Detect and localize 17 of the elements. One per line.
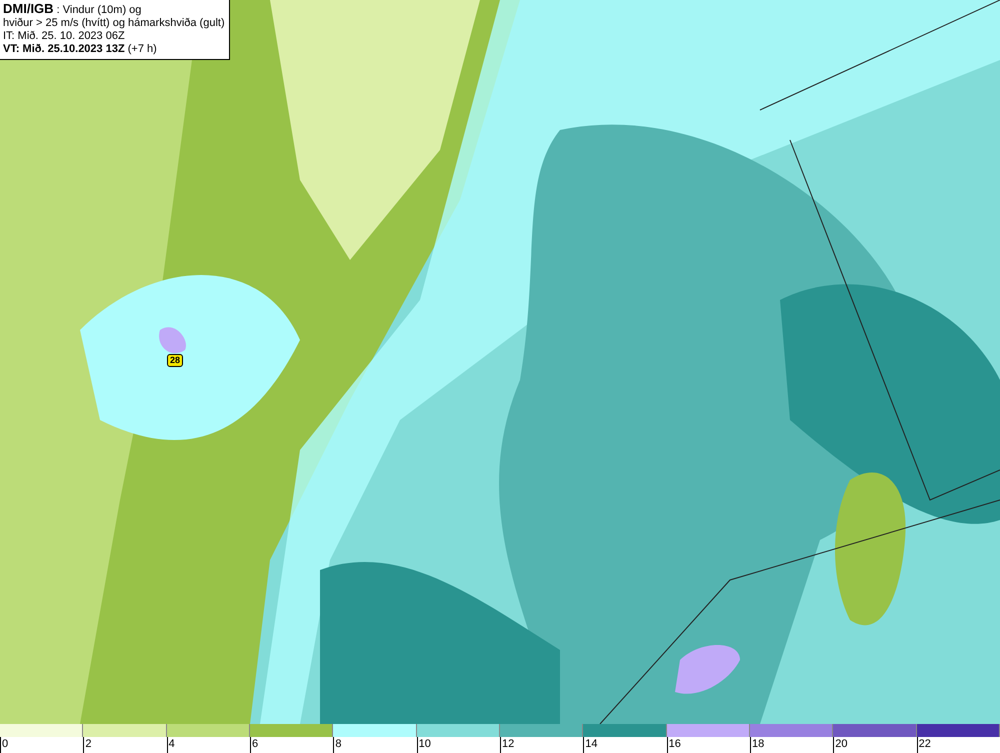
gust-marker: 28	[167, 354, 184, 367]
legend-label: 18	[750, 737, 764, 753]
legend-label: 22	[916, 737, 931, 753]
legend-label: 14	[583, 737, 598, 753]
legend-label: 2	[83, 737, 92, 753]
legend-label: 12	[500, 737, 514, 753]
legend-label: 16	[666, 737, 681, 753]
info-line: hviður > 25 m/s (hvítt) og hámarkshviða (gult)	[3, 17, 225, 30]
legend-label: 20	[833, 737, 848, 753]
legend-label: 0	[0, 737, 8, 753]
legend-label: 6	[250, 737, 258, 753]
legend-label: 10	[416, 737, 431, 753]
info-line: IT: Mið. 25. 10. 2023 06Z	[3, 30, 126, 43]
legend-label: 8	[333, 737, 342, 753]
info-line: VT: Mið. 25.10.2023 13Z (+7 h)	[3, 43, 158, 56]
info-line: DMI/IGB : Vindur (10m) og	[3, 2, 142, 17]
legend-label: 4	[166, 737, 175, 753]
